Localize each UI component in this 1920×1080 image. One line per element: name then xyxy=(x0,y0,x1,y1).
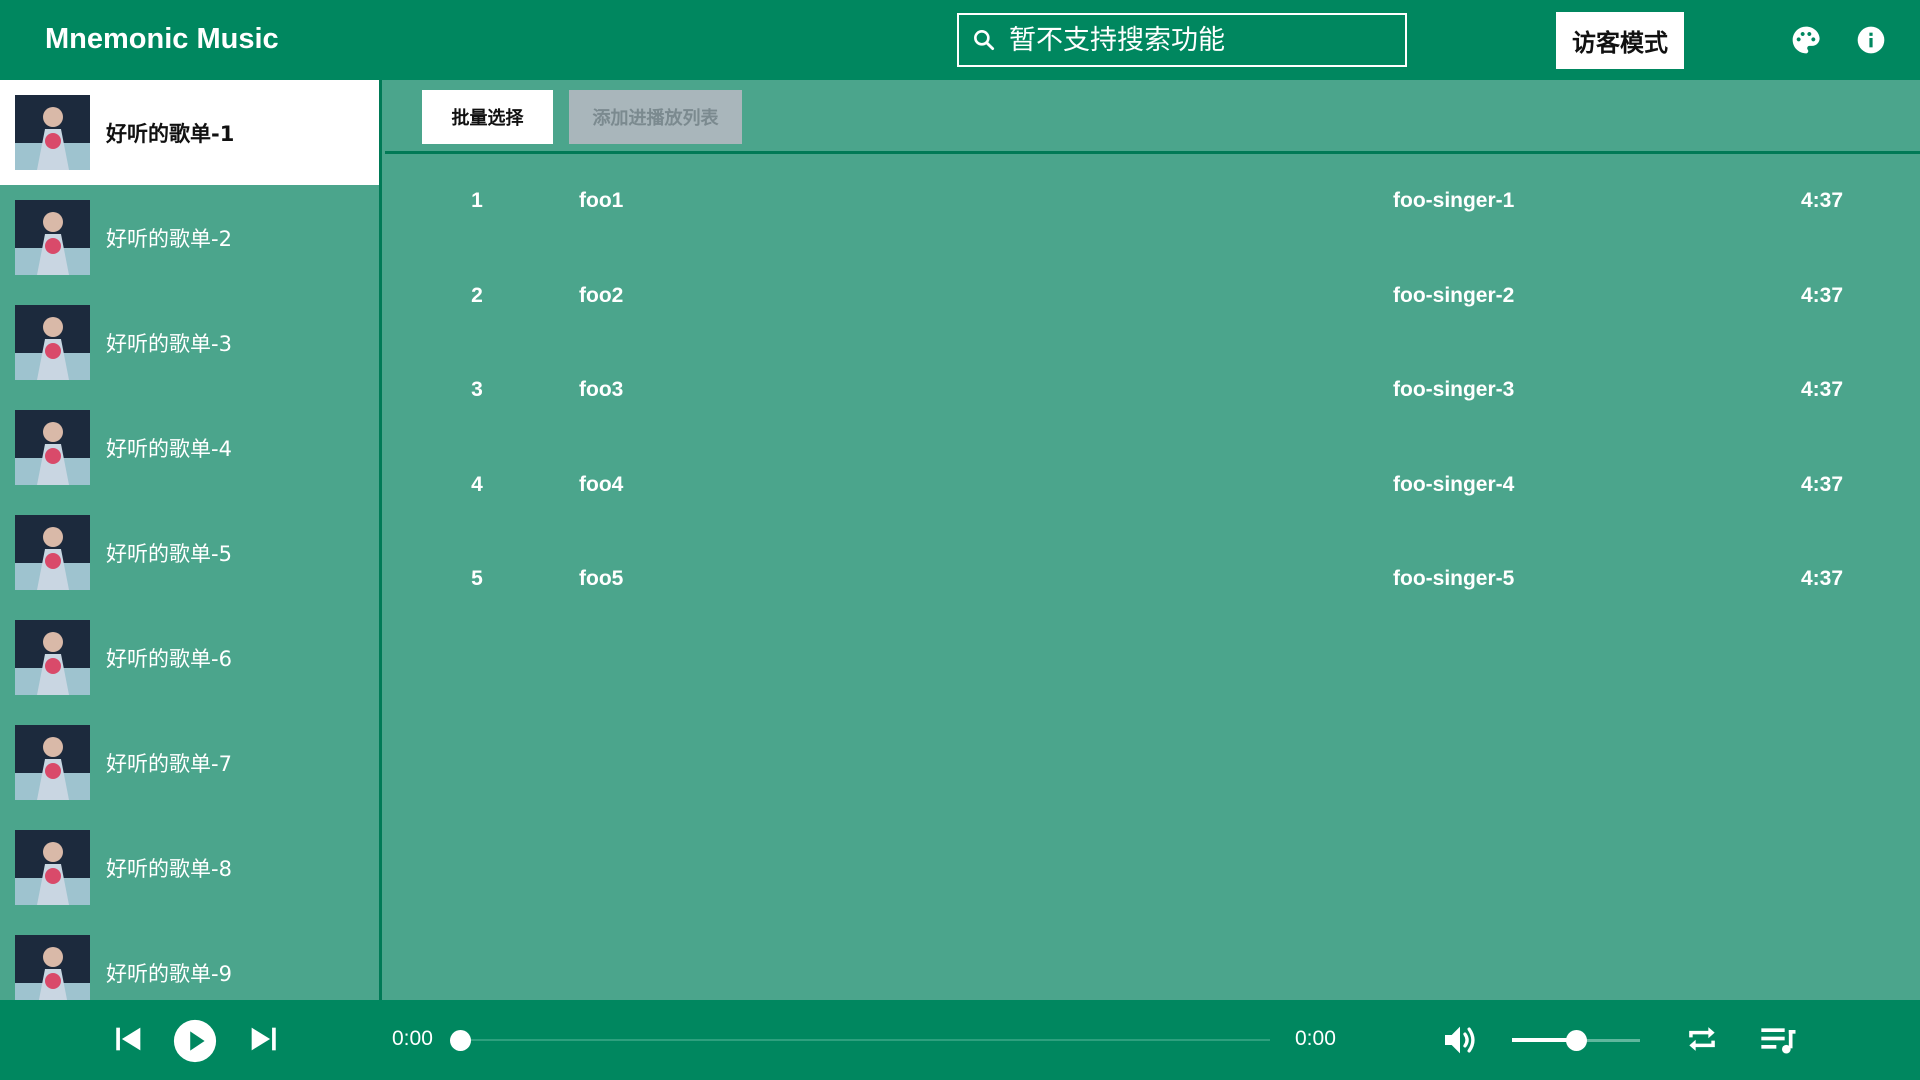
playlist-cover xyxy=(15,515,90,590)
song-title: foo3 xyxy=(579,378,624,401)
app-header: Mnemonic Music 访客模式 xyxy=(0,0,1920,80)
playlist-sidebar: 好听的歌单-1 好听的歌单-2 好听的歌单-3 好听的歌单-4 好听的歌单-5 … xyxy=(0,80,382,1000)
sidebar-item-playlist-9[interactable]: 好听的歌单-9 xyxy=(0,920,379,1000)
total-time: 0:00 xyxy=(1295,1027,1336,1050)
playlist-cover xyxy=(15,95,90,170)
add-to-playlist-button: 添加进播放列表 xyxy=(569,90,742,144)
song-row[interactable]: 1 foo1 foo-singer-1 4:37 xyxy=(385,155,1920,250)
sidebar-item-playlist-1[interactable]: 好听的歌单-1 xyxy=(0,80,379,185)
song-index: 1 xyxy=(471,189,483,212)
playlist-cover xyxy=(15,620,90,695)
song-row[interactable]: 2 foo2 foo-singer-2 4:37 xyxy=(385,250,1920,345)
playlist-cover xyxy=(15,200,90,275)
playlist-cover xyxy=(15,830,90,905)
sidebar-item-playlist-2[interactable]: 好听的歌单-2 xyxy=(0,185,379,290)
song-index: 3 xyxy=(471,378,483,401)
skip-next-icon[interactable] xyxy=(246,1022,280,1056)
sidebar-item-playlist-7[interactable]: 好听的歌单-7 xyxy=(0,710,379,815)
sidebar-item-playlist-5[interactable]: 好听的歌单-5 xyxy=(0,500,379,605)
batch-select-button[interactable]: 批量选择 xyxy=(422,90,553,144)
guest-mode-button[interactable]: 访客模式 xyxy=(1556,12,1684,69)
song-index: 2 xyxy=(471,283,483,307)
repeat-icon[interactable] xyxy=(1683,1020,1721,1058)
volume-icon[interactable] xyxy=(1440,1020,1480,1060)
song-title: foo4 xyxy=(579,472,624,496)
progress-thumb[interactable] xyxy=(450,1030,471,1051)
info-icon[interactable] xyxy=(1855,24,1887,56)
sidebar-item-label: 好听的歌单-4 xyxy=(106,436,232,461)
song-row[interactable]: 3 foo3 foo-singer-3 4:37 xyxy=(385,344,1920,439)
song-title: foo5 xyxy=(579,567,624,590)
sidebar-item-label: 好听的歌单-7 xyxy=(106,751,232,776)
current-time: 0:00 xyxy=(392,1027,433,1050)
search-icon xyxy=(974,30,995,51)
sidebar-item-label: 好听的歌单-3 xyxy=(106,331,232,356)
volume-thumb[interactable] xyxy=(1566,1030,1587,1051)
sidebar-item-label: 好听的歌单-8 xyxy=(106,856,232,881)
player-bar: 0:00 0:00 xyxy=(0,1000,1920,1080)
playlist-icon[interactable] xyxy=(1758,1020,1798,1060)
search-box[interactable] xyxy=(957,13,1407,67)
song-row[interactable]: 4 foo4 foo-singer-4 4:37 xyxy=(385,439,1920,534)
song-duration: 4:37 xyxy=(1800,283,1843,307)
skip-previous-icon[interactable] xyxy=(112,1022,146,1056)
sidebar-item-playlist-6[interactable]: 好听的歌单-6 xyxy=(0,605,379,710)
sidebar-item-playlist-3[interactable]: 好听的歌单-3 xyxy=(0,290,379,395)
song-singer: foo-singer-3 xyxy=(1393,378,1515,401)
song-title: foo2 xyxy=(579,283,624,307)
song-duration: 4:37 xyxy=(1800,189,1843,212)
sidebar-item-label: 好听的歌单-5 xyxy=(106,541,232,566)
sidebar-item-label: 好听的歌单-6 xyxy=(106,646,232,671)
palette-icon[interactable] xyxy=(1790,24,1822,56)
song-title: foo1 xyxy=(579,189,624,212)
sidebar-item-playlist-8[interactable]: 好听的歌单-8 xyxy=(0,815,379,920)
song-singer: foo-singer-1 xyxy=(1393,189,1515,212)
playlist-cover xyxy=(15,935,90,1000)
song-index: 5 xyxy=(471,567,483,590)
sidebar-item-label: 好听的歌单-2 xyxy=(106,226,232,251)
search-input[interactable] xyxy=(1009,24,1379,56)
song-singer: foo-singer-5 xyxy=(1393,567,1515,590)
app-title: Mnemonic Music xyxy=(45,23,279,55)
song-duration: 4:37 xyxy=(1800,567,1843,590)
song-list: 1 foo1 foo-singer-1 4:37 2 foo2 foo-sing… xyxy=(385,155,1920,628)
sidebar-item-label: 好听的歌单-1 xyxy=(106,121,235,146)
playlist-cover xyxy=(15,410,90,485)
sidebar-item-playlist-4[interactable]: 好听的歌单-4 xyxy=(0,395,379,500)
song-toolbar: 批量选择 添加进播放列表 xyxy=(385,80,1920,154)
song-singer: foo-singer-4 xyxy=(1393,472,1515,496)
playlist-cover xyxy=(15,725,90,800)
song-duration: 4:37 xyxy=(1800,378,1843,401)
play-icon[interactable] xyxy=(172,1018,218,1064)
song-duration: 4:37 xyxy=(1800,472,1843,496)
progress-track[interactable] xyxy=(460,1039,1270,1041)
song-singer: foo-singer-2 xyxy=(1393,283,1515,307)
song-index: 4 xyxy=(471,472,483,496)
playlist-cover xyxy=(15,305,90,380)
song-row[interactable]: 5 foo5 foo-singer-5 4:37 xyxy=(385,533,1920,628)
sidebar-item-label: 好听的歌单-9 xyxy=(106,961,232,986)
